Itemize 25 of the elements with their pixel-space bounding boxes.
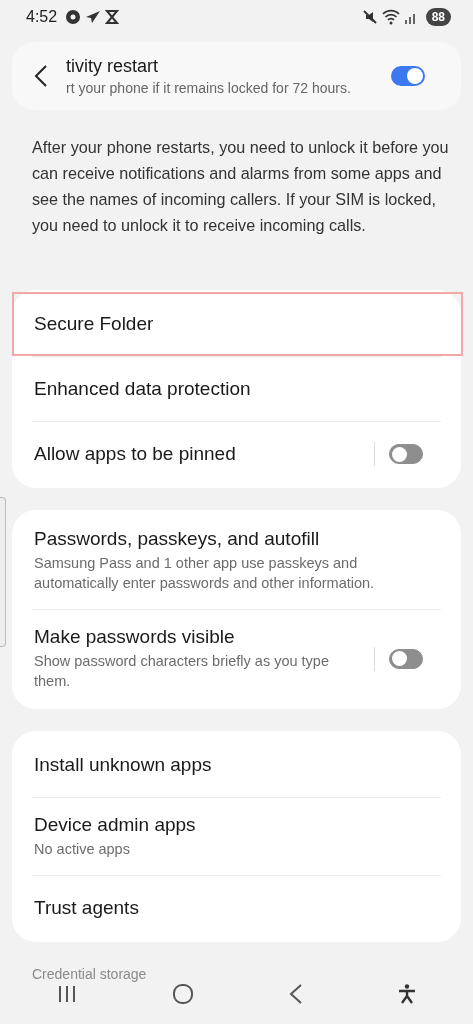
battery-level: 88: [425, 8, 451, 26]
settings-item[interactable]: Secure Folder: [12, 292, 463, 356]
settings-item[interactable]: Device admin apps No active apps: [12, 798, 461, 875]
info-paragraph: After your phone restarts, you need to unlock it before you can receive notifications and alarms from some apps and see the names of incoming callers. If your SIM is locked, you need to unlock it to receive incoming calls.: [32, 137, 450, 236]
item-title: Enhanced data protection: [34, 378, 252, 400]
settings-item[interactable]: Make passwords visible Show password characters briefly as you type them.: [12, 610, 461, 707]
section-header: Credential storage: [32, 966, 147, 982]
settings-item[interactable]: Allow apps to be pinned: [12, 422, 461, 486]
item-title: Passwords, passkeys, and autofill: [34, 528, 321, 550]
settings-item[interactable]: Trust agents: [12, 876, 461, 940]
item-title: Install unknown apps: [34, 754, 213, 776]
item-title: Make passwords visible: [34, 626, 236, 648]
item-description: Samsung Pass and 1 other app use passkeys and automatically enter passwords and other information.: [34, 554, 376, 593]
setting-title: tivity restart: [66, 56, 159, 77]
settings-item[interactable]: Enhanced data protection: [12, 357, 461, 421]
item-description: Show password characters briefly as you type them.: [34, 652, 330, 691]
clock: 4:52: [26, 8, 58, 26]
item-description: No active apps: [34, 840, 131, 859]
item-title: Allow apps to be pinned: [34, 443, 237, 465]
settings-item[interactable]: Passwords, passkeys, and autofill Samsung Pass and 1 other app use passkeys and automatically enter passwords and other information.: [12, 512, 461, 609]
item-title: Secure Folder: [34, 313, 155, 335]
item-title: Device admin apps: [34, 814, 197, 836]
item-title: Trust agents: [34, 897, 140, 919]
setting-description: rt your phone if it remains locked for 72 hours.: [66, 80, 352, 96]
settings-item[interactable]: Install unknown apps: [12, 733, 461, 797]
